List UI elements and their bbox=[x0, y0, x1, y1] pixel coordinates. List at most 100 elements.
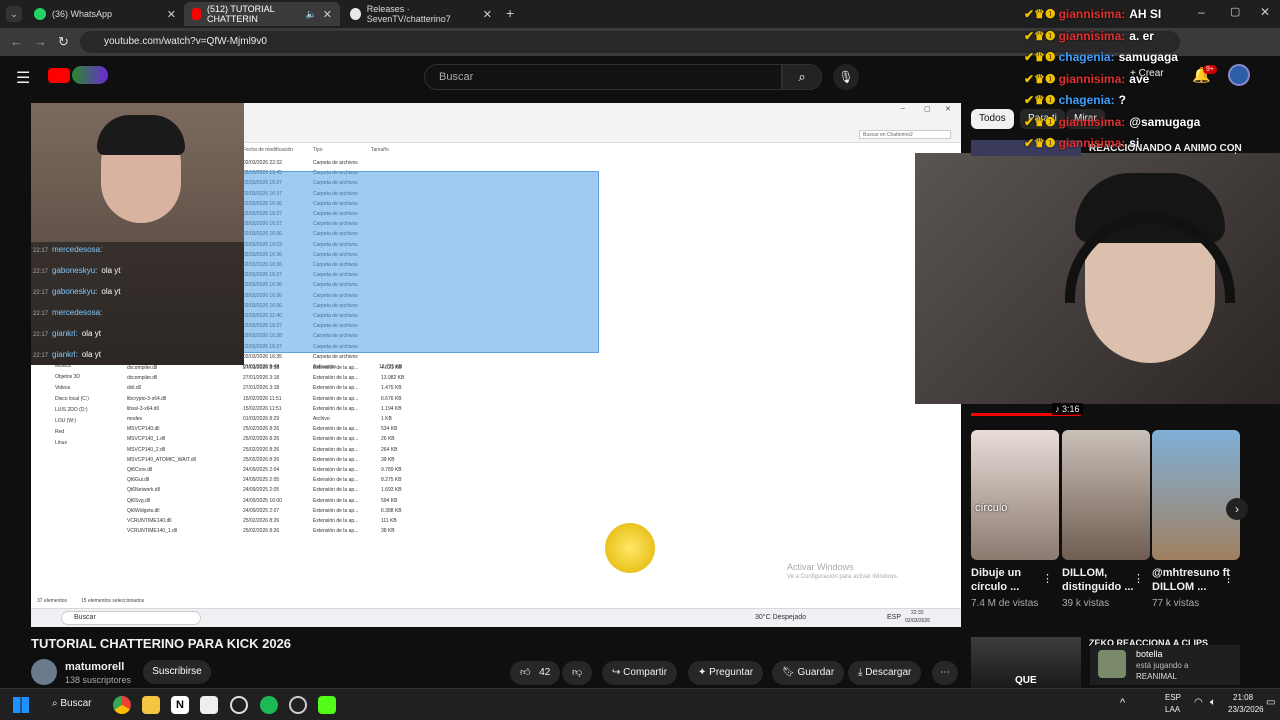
row-type: Extensión de la ap... bbox=[313, 375, 359, 382]
short-thumbnail[interactable] bbox=[1062, 430, 1150, 560]
presence-game: REANIMAL bbox=[1136, 672, 1177, 681]
wifi-icon[interactable]: ◠ bbox=[1194, 697, 1203, 708]
row-size: 39 KB bbox=[381, 456, 395, 463]
row-date: 24/09/2025 2:05 bbox=[243, 487, 280, 494]
tray-lang2[interactable]: LAA bbox=[1165, 705, 1180, 714]
discord-presence-popup: botella está jugando a REANIMAL bbox=[1090, 645, 1240, 685]
download-button[interactable]: ⤓ Descargar bbox=[848, 661, 922, 685]
nav-item: Disco local (C:) bbox=[55, 396, 89, 402]
url-text: youtube.com/watch?v=QfW-Mjml9v0 bbox=[104, 36, 267, 47]
nav-item: Videos bbox=[55, 385, 70, 391]
tray-lang[interactable]: ESP bbox=[1165, 693, 1181, 702]
row-date: 25/02/2026 8:26 bbox=[243, 426, 280, 433]
chat-user: chagenia: bbox=[1058, 93, 1115, 107]
windows-start-icon[interactable] bbox=[13, 697, 29, 713]
stream-chat-line: ✔♛❶ giannisima: AH SI bbox=[1024, 7, 1161, 21]
kick-icon[interactable] bbox=[318, 696, 336, 714]
reload-icon[interactable]: ↻ bbox=[58, 34, 69, 50]
chat-user: giannisima: bbox=[1058, 136, 1126, 150]
maximize-icon[interactable]: ▢ bbox=[1230, 5, 1240, 18]
short-title[interactable]: Dibuje un círculo ... bbox=[971, 566, 1051, 594]
back-icon[interactable]: ← bbox=[10, 34, 23, 49]
channel-name[interactable]: matumorell bbox=[65, 661, 124, 673]
short-kebab-icon[interactable]: ⋮ bbox=[1223, 572, 1234, 585]
short-thumbnail[interactable]: círculo bbox=[971, 430, 1059, 560]
app-red-icon[interactable] bbox=[200, 696, 218, 714]
shorts-next-button[interactable]: › bbox=[1226, 498, 1248, 520]
forward-icon[interactable]: → bbox=[34, 34, 47, 49]
hamburger-menu-icon[interactable]: ☰ bbox=[16, 68, 30, 88]
stream-chat-line: ✔♛❶ giannisima: si bbox=[1024, 136, 1139, 150]
row-date: 25/02/2026 8:26 bbox=[243, 528, 280, 535]
youtube-doodle-logo[interactable] bbox=[72, 66, 108, 84]
file-explorer-icon[interactable] bbox=[142, 696, 160, 714]
row-date: 27/01/2026 3:18 bbox=[243, 375, 280, 382]
url-field[interactable]: youtube.com/watch?v=QfW-Mjml9v0 bbox=[80, 31, 1180, 53]
short-overlay-text: círculo bbox=[975, 502, 1008, 514]
search-input[interactable]: Buscar bbox=[424, 64, 782, 90]
chatgpt-icon[interactable] bbox=[230, 696, 248, 714]
youtube-logo[interactable] bbox=[48, 68, 70, 83]
more-actions-button[interactable]: ⋯ bbox=[932, 661, 958, 685]
dislike-button[interactable]: 👎︎ bbox=[562, 661, 593, 685]
save-button[interactable]: 🔖︎ Guardar bbox=[772, 661, 845, 685]
ask-button[interactable]: ✦ Preguntar bbox=[688, 661, 764, 685]
like-count: 42 bbox=[539, 667, 551, 678]
short-kebab-icon[interactable]: ⋮ bbox=[1133, 572, 1144, 585]
speaker-icon[interactable]: 🔈 bbox=[306, 9, 317, 20]
nav-item-label: Red bbox=[55, 429, 65, 435]
download-label: Descargar bbox=[865, 667, 912, 678]
tab-search-icon[interactable]: ⌄ bbox=[6, 6, 22, 22]
window-close-icon[interactable]: ✕ bbox=[1260, 5, 1270, 19]
row-date: 02/03/2026 22:32 bbox=[243, 160, 282, 166]
short-thumbnail[interactable] bbox=[1152, 430, 1240, 560]
chat-user: giannisima: bbox=[1058, 114, 1126, 129]
search-icon: ⌕ bbox=[798, 69, 806, 84]
chat-badges: ✔♛❶ bbox=[1024, 7, 1056, 21]
like-button[interactable]: 👍︎ 42 bbox=[510, 661, 561, 685]
close-icon[interactable]: ✕ bbox=[323, 8, 332, 21]
tab-whatsapp[interactable]: (36) WhatsApp ✕ bbox=[26, 2, 184, 26]
microphone-icon[interactable]: 🎙 bbox=[833, 64, 859, 90]
bottom-rec-thumb[interactable]: QUE bbox=[971, 637, 1081, 688]
inner-weather: 30°C Despejado bbox=[755, 614, 807, 621]
notion-icon[interactable]: N bbox=[171, 696, 189, 714]
close-icon[interactable]: ✕ bbox=[483, 8, 492, 21]
minimize-icon[interactable]: – bbox=[1198, 5, 1205, 19]
explorer-search-placeholder: Buscar en Chatterino2 bbox=[863, 132, 913, 138]
share-icon: ↪ bbox=[612, 667, 621, 678]
short-kebab-icon[interactable]: ⋮ bbox=[1042, 572, 1053, 585]
tray-time[interactable]: 21:08 bbox=[1233, 693, 1253, 702]
row-size: 6.676 KB bbox=[381, 395, 402, 402]
search-button[interactable]: ⌕ bbox=[782, 64, 822, 90]
short-title[interactable]: DILLOM, distinguido ... bbox=[1062, 566, 1142, 594]
selection-rectangle bbox=[243, 171, 599, 353]
new-tab-button[interactable]: + bbox=[506, 5, 514, 21]
row-type: Extensión de la ap... bbox=[313, 426, 359, 433]
steam-icon[interactable] bbox=[289, 696, 307, 714]
short-title[interactable]: @mhtresuno ft DILLOM ... bbox=[1152, 566, 1232, 594]
tray-date[interactable]: 23/3/2026 bbox=[1228, 705, 1264, 714]
volume-icon[interactable]: 🔈︎ bbox=[1210, 697, 1216, 708]
tab-github[interactable]: Releases · SevenTV/chatterino7 ✕ bbox=[342, 2, 500, 26]
subscribe-button[interactable]: Suscribirse bbox=[143, 660, 211, 684]
tab-youtube[interactable]: (512) TUTORIAL CHATTERIN 🔈 ✕ bbox=[184, 2, 340, 26]
explorer-row: VCRUNTIME140_1.dll 25/02/2026 8:26 Extensi… bbox=[31, 526, 411, 536]
emote-sticker bbox=[605, 523, 655, 573]
chrome-icon[interactable] bbox=[113, 696, 131, 714]
row-type: Extensión de la ap... bbox=[313, 405, 359, 412]
user-avatar[interactable] bbox=[1228, 64, 1250, 86]
notification-icon[interactable]: ▭ bbox=[1266, 697, 1275, 708]
bookmark-icon: 🔖︎ bbox=[782, 667, 795, 678]
recommended-kebab-icon[interactable]: ⋮ bbox=[1230, 143, 1241, 156]
col-header-type: Tipo bbox=[313, 147, 323, 153]
tray-chevron-icon[interactable]: ^ bbox=[1120, 697, 1125, 709]
download-icon: ⤓ bbox=[858, 667, 863, 678]
taskbar-search[interactable]: ⌕ Buscar bbox=[52, 698, 92, 709]
chip-all[interactable]: Todos bbox=[971, 109, 1014, 129]
row-type: Archivo bbox=[313, 416, 330, 422]
spotify-icon[interactable] bbox=[260, 696, 278, 714]
channel-avatar[interactable] bbox=[31, 659, 57, 685]
close-icon[interactable]: ✕ bbox=[167, 8, 176, 21]
share-button[interactable]: ↪ Compartir bbox=[602, 661, 678, 685]
